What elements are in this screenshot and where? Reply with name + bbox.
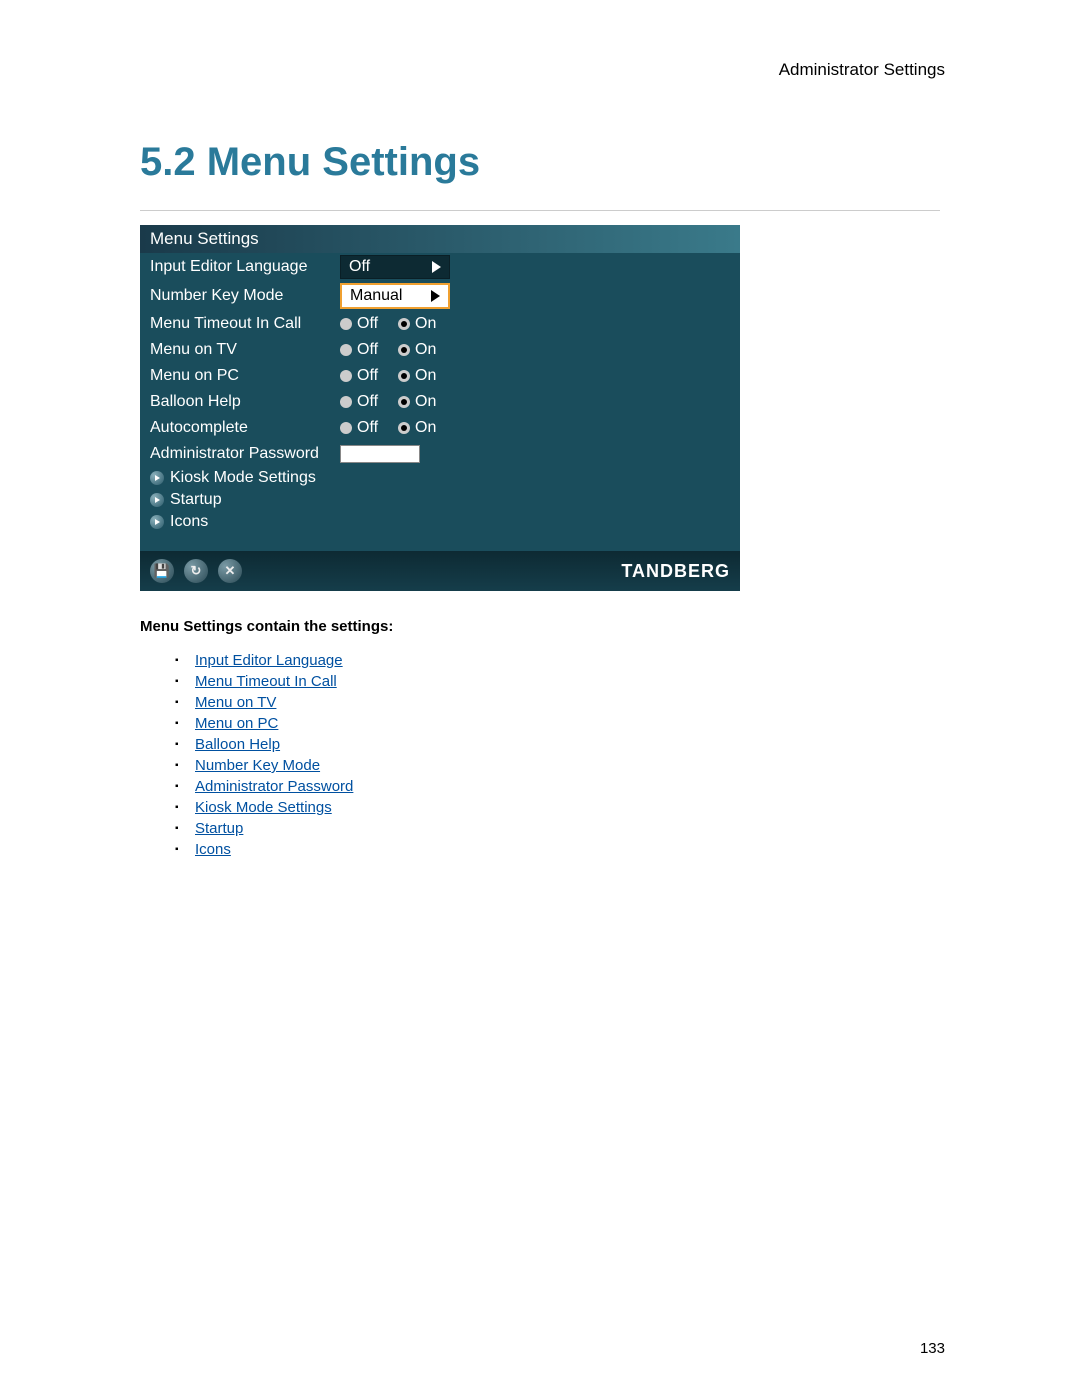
link-input-editor-language[interactable]: Input Editor Language bbox=[195, 652, 343, 669]
menu-pc-row: Menu on PC Off On bbox=[140, 363, 740, 389]
icons-submenu[interactable]: Icons bbox=[140, 511, 740, 533]
link-startup[interactable]: Startup bbox=[195, 820, 243, 837]
screenshot-title: Menu Settings bbox=[140, 225, 740, 253]
radio-icon bbox=[398, 396, 410, 408]
screenshot-footer: 💾 ↻ ✕ TANDBERG bbox=[140, 551, 740, 591]
list-item: Input Editor Language bbox=[175, 650, 353, 671]
submenu-arrow-icon bbox=[150, 471, 164, 485]
list-item: Number Key Mode bbox=[175, 755, 353, 776]
list-item: Balloon Help bbox=[175, 734, 353, 755]
radio-icon bbox=[340, 396, 352, 408]
input-editor-language-label: Input Editor Language bbox=[150, 258, 340, 276]
radio-icon bbox=[398, 370, 410, 382]
radio-icon bbox=[398, 318, 410, 330]
content-subheading: Menu Settings contain the settings: bbox=[140, 618, 393, 635]
radio-icon bbox=[340, 370, 352, 382]
admin-password-label: Administrator Password bbox=[150, 445, 340, 463]
kiosk-mode-submenu[interactable]: Kiosk Mode Settings bbox=[140, 467, 740, 489]
list-item: Menu on TV bbox=[175, 692, 353, 713]
list-item: Menu on PC bbox=[175, 713, 353, 734]
refresh-icon[interactable]: ↻ bbox=[184, 559, 208, 583]
link-admin-password[interactable]: Administrator Password bbox=[195, 778, 353, 795]
list-item: Startup bbox=[175, 818, 353, 839]
radio-icon bbox=[340, 318, 352, 330]
submenu-arrow-icon bbox=[150, 515, 164, 529]
radio-icon bbox=[398, 344, 410, 356]
link-icons[interactable]: Icons bbox=[195, 841, 231, 858]
menu-timeout-on[interactable]: On bbox=[398, 315, 436, 333]
dropdown-value: Manual bbox=[350, 287, 402, 305]
menu-tv-off[interactable]: Off bbox=[340, 341, 378, 359]
link-balloon-help[interactable]: Balloon Help bbox=[195, 736, 280, 753]
menu-tv-row: Menu on TV Off On bbox=[140, 337, 740, 363]
balloon-help-on[interactable]: On bbox=[398, 393, 436, 411]
input-editor-language-row: Input Editor Language Off bbox=[140, 253, 740, 281]
section-title: 5.2 Menu Settings bbox=[140, 140, 480, 185]
radio-icon bbox=[398, 422, 410, 434]
link-number-key-mode[interactable]: Number Key Mode bbox=[195, 757, 320, 774]
breadcrumb: Administrator Settings bbox=[779, 60, 945, 80]
startup-submenu[interactable]: Startup bbox=[140, 489, 740, 511]
link-menu-on-pc[interactable]: Menu on PC bbox=[195, 715, 278, 732]
autocomplete-label: Autocomplete bbox=[150, 419, 340, 437]
balloon-help-off[interactable]: Off bbox=[340, 393, 378, 411]
input-editor-language-dropdown[interactable]: Off bbox=[340, 255, 450, 279]
number-key-mode-row: Number Key Mode Manual bbox=[140, 281, 740, 311]
dropdown-value: Off bbox=[349, 258, 370, 276]
autocomplete-row: Autocomplete Off On bbox=[140, 415, 740, 441]
list-item: Icons bbox=[175, 839, 353, 860]
link-menu-timeout[interactable]: Menu Timeout In Call bbox=[195, 673, 337, 690]
page-number: 133 bbox=[920, 1340, 945, 1357]
balloon-help-row: Balloon Help Off On bbox=[140, 389, 740, 415]
menu-pc-on[interactable]: On bbox=[398, 367, 436, 385]
autocomplete-off[interactable]: Off bbox=[340, 419, 378, 437]
balloon-help-label: Balloon Help bbox=[150, 393, 340, 411]
chevron-right-icon bbox=[432, 261, 441, 273]
menu-settings-screenshot: Menu Settings Input Editor Language Off … bbox=[140, 225, 740, 591]
radio-icon bbox=[340, 422, 352, 434]
admin-password-row: Administrator Password bbox=[140, 441, 740, 467]
number-key-mode-dropdown[interactable]: Manual bbox=[340, 283, 450, 309]
menu-tv-label: Menu on TV bbox=[150, 341, 340, 359]
link-menu-on-tv[interactable]: Menu on TV bbox=[195, 694, 276, 711]
number-key-mode-label: Number Key Mode bbox=[150, 287, 340, 305]
autocomplete-on[interactable]: On bbox=[398, 419, 436, 437]
menu-timeout-off[interactable]: Off bbox=[340, 315, 378, 333]
list-item: Administrator Password bbox=[175, 776, 353, 797]
close-icon[interactable]: ✕ bbox=[218, 559, 242, 583]
settings-link-list: Input Editor Language Menu Timeout In Ca… bbox=[175, 650, 353, 860]
menu-tv-on[interactable]: On bbox=[398, 341, 436, 359]
chevron-right-icon bbox=[431, 290, 440, 302]
admin-password-input[interactable] bbox=[340, 445, 420, 463]
link-kiosk-mode[interactable]: Kiosk Mode Settings bbox=[195, 799, 332, 816]
list-item: Menu Timeout In Call bbox=[175, 671, 353, 692]
menu-timeout-row: Menu Timeout In Call Off On bbox=[140, 311, 740, 337]
menu-pc-label: Menu on PC bbox=[150, 367, 340, 385]
list-item: Kiosk Mode Settings bbox=[175, 797, 353, 818]
menu-pc-off[interactable]: Off bbox=[340, 367, 378, 385]
submenu-arrow-icon bbox=[150, 493, 164, 507]
radio-icon bbox=[340, 344, 352, 356]
divider bbox=[140, 210, 940, 211]
menu-timeout-label: Menu Timeout In Call bbox=[150, 315, 340, 333]
save-icon[interactable]: 💾 bbox=[150, 559, 174, 583]
brand-logo: TANDBERG bbox=[621, 561, 730, 582]
